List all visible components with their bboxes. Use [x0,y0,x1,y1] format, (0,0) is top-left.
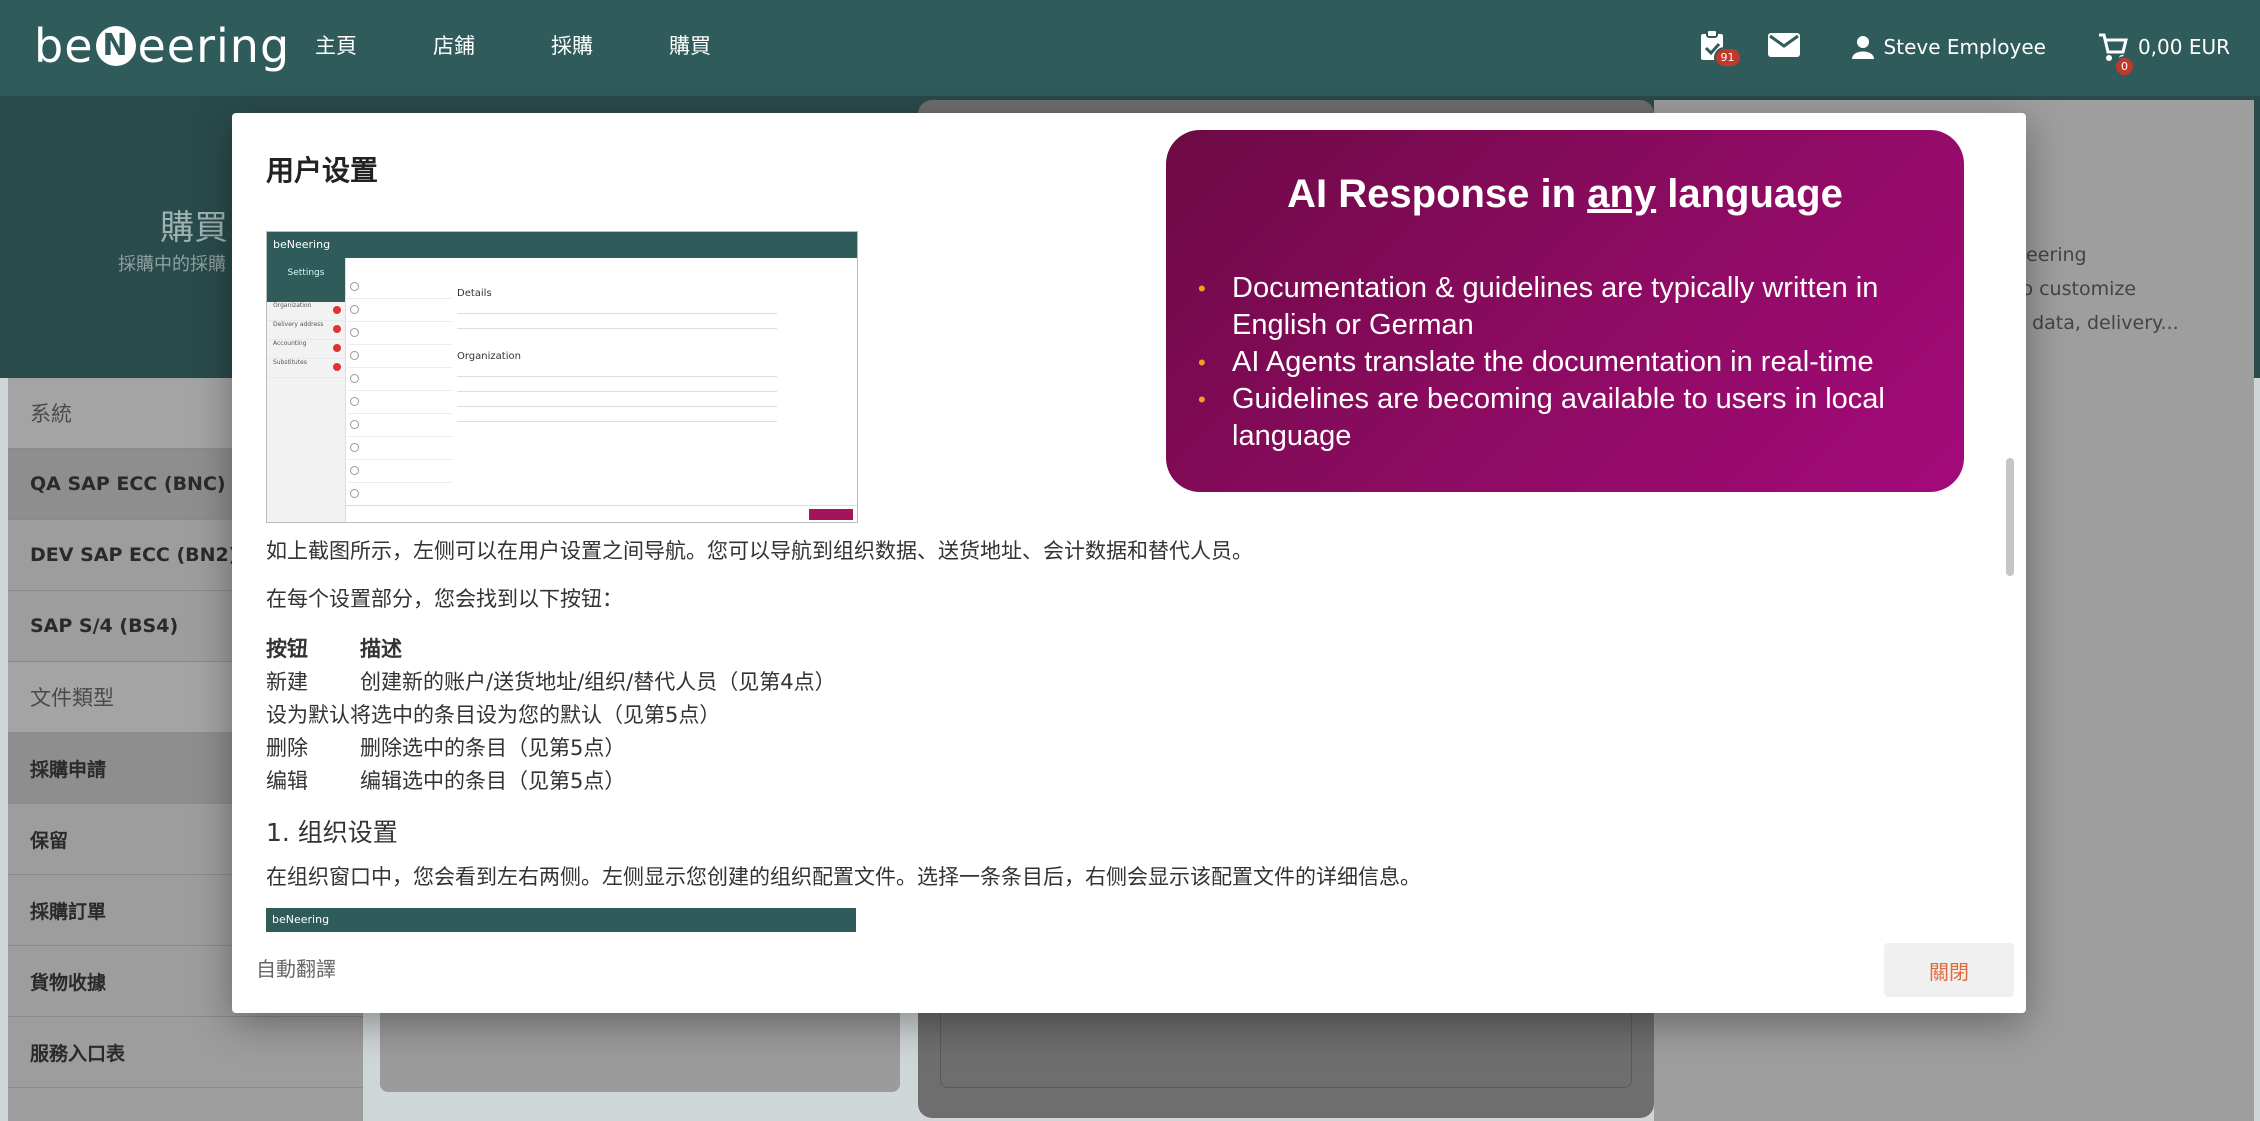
background-card-left [380,1000,900,1092]
table-cell-key: 删除 [266,736,308,760]
screenshot-left-item: Delivery address [267,321,345,340]
table-row: 编辑 编辑选中的条目（见第5点） [266,765,836,798]
right-text-line-2: to customize [2014,278,2137,300]
callout-bullet: Documentation & guidelines are typically… [1198,270,1928,344]
nav-right: 91 Steve Employee 0 0,00 EUR [1698,24,2230,77]
screenshot-footer [345,505,857,522]
nav-link-procurement[interactable]: 採購 [551,30,669,60]
screenshot-details-header: Details [457,288,492,299]
cart-button[interactable]: 0 0,00 EUR [2098,32,2230,77]
table-header-row: 按钮 描述 [266,633,836,666]
top-navbar: be Neering 主頁 店鋪 採購 購買 91 Steve Employee… [0,0,2260,96]
screenshot-topbar: beNeering [267,232,857,258]
callout-title-start: AI Response in [1287,172,1588,216]
buttons-table: 按钮 描述 新建 创建新的账户/送货地址/组织/替代人员（见第4点） 设为默认 … [266,633,836,798]
page-title: 購買 [160,208,228,248]
scrollbar-thumb[interactable] [2006,458,2014,576]
paragraph-buttons-intro: 在每个设置部分，您会找到以下按钮： [266,587,623,611]
table-cell-value: 编辑选中的条目（见第5点） [360,769,626,793]
right-text-line-3: n data, delivery... [2014,312,2179,334]
cart-total: 0,00 EUR [2137,35,2230,59]
page-subtitle: 採購中的採購 [118,254,226,275]
table-cell-value: 创建新的账户/送货地址/组织/替代人员（见第4点） [360,670,836,694]
nav-link-purchase[interactable]: 購買 [669,30,787,60]
callout-bullet-list: Documentation & guidelines are typically… [1198,270,1928,455]
settings-screenshot-image: beNeering Settings Organization Delivery… [266,231,858,523]
dialog-scrollbar[interactable] [2004,223,2016,933]
person-icon [1851,36,1874,59]
screenshot-left-item: Organization [267,302,345,321]
table-cell-key: 新建 [266,670,308,694]
close-button[interactable]: 關閉 [1884,943,2014,997]
ai-response-callout: AI Response in any language Documentatio… [1166,130,1964,492]
screenshot-left-item: Accounting [267,340,345,359]
screenshot-panel-title: Settings [267,258,345,302]
callout-bullet: Guidelines are becoming available to use… [1198,381,1928,455]
sidebar-item-service-entry[interactable]: 服務入口表 [8,1017,363,1088]
nav-link-home[interactable]: 主頁 [315,30,433,60]
section-title-organization: 1. 组织设置 [266,818,398,847]
table-row: 删除 删除选中的条目（见第5点） [266,732,836,765]
screenshot-left-item: Substitutes [267,359,345,378]
dialog-footer: 自動翻譯 關閉 [232,925,2026,1013]
main-nav: 主頁 店鋪 採購 購買 [315,30,787,60]
background-right-text: neering to customize n data, delivery... [2014,238,2244,340]
table-header-description: 描述 [360,637,402,661]
callout-title: AI Response in any language [1166,172,1964,217]
screenshot-details: Details Organization [457,276,857,516]
screenshot-left-panel: Settings Organization Delivery address A… [267,258,346,522]
auto-translate-label: 自動翻譯 [256,957,336,981]
table-cell-key: 编辑 [266,769,308,793]
callout-bullet: AI Agents translate the documentation in… [1198,344,1928,381]
table-cell-value: 删除选中的条目（见第5点） [360,736,626,760]
table-cell-value: 将选中的条目设为您的默认（见第5点） [350,703,721,727]
callout-title-emphasis: any [1587,172,1657,216]
logo-text-left: be [34,19,94,73]
right-text-line-1: neering [2014,244,2087,266]
screenshot-org-header: Organization [457,351,521,362]
paragraph-navigation: 如上截图所示，左侧可以在用户设置之间导航。您可以导航到组织数据、送货地址、会计数… [266,539,1253,563]
user-menu[interactable]: Steve Employee [1851,35,2046,59]
paragraph-organization: 在组织窗口中，您会看到左右两侧。左侧显示您创建的组织配置文件。选择一条条目后，右… [266,865,1421,889]
table-cell-key: 设为默认 [266,703,350,727]
tasks-badge: 91 [1713,47,1742,68]
logo-mark: N [95,26,136,66]
dialog-title: 用户设置 [266,154,379,187]
logo-text-right: eering [137,19,291,73]
nav-link-shop[interactable]: 店鋪 [433,30,551,60]
cart-badge: 0 [2113,56,2135,77]
table-row: 新建 创建新的账户/送货地址/组织/替代人员（见第4点） [266,666,836,699]
tasks-button[interactable]: 91 [1698,29,1742,68]
callout-title-end: language [1656,172,1843,216]
app-logo[interactable]: be Neering [34,16,290,76]
messages-button[interactable] [1767,33,1800,61]
table-header-button: 按钮 [266,637,308,661]
user-name: Steve Employee [1883,35,2046,59]
table-row: 设为默认 将选中的条目设为您的默认（见第5点） [266,699,836,732]
mail-icon [1767,33,1800,57]
screenshot-list [347,276,453,516]
